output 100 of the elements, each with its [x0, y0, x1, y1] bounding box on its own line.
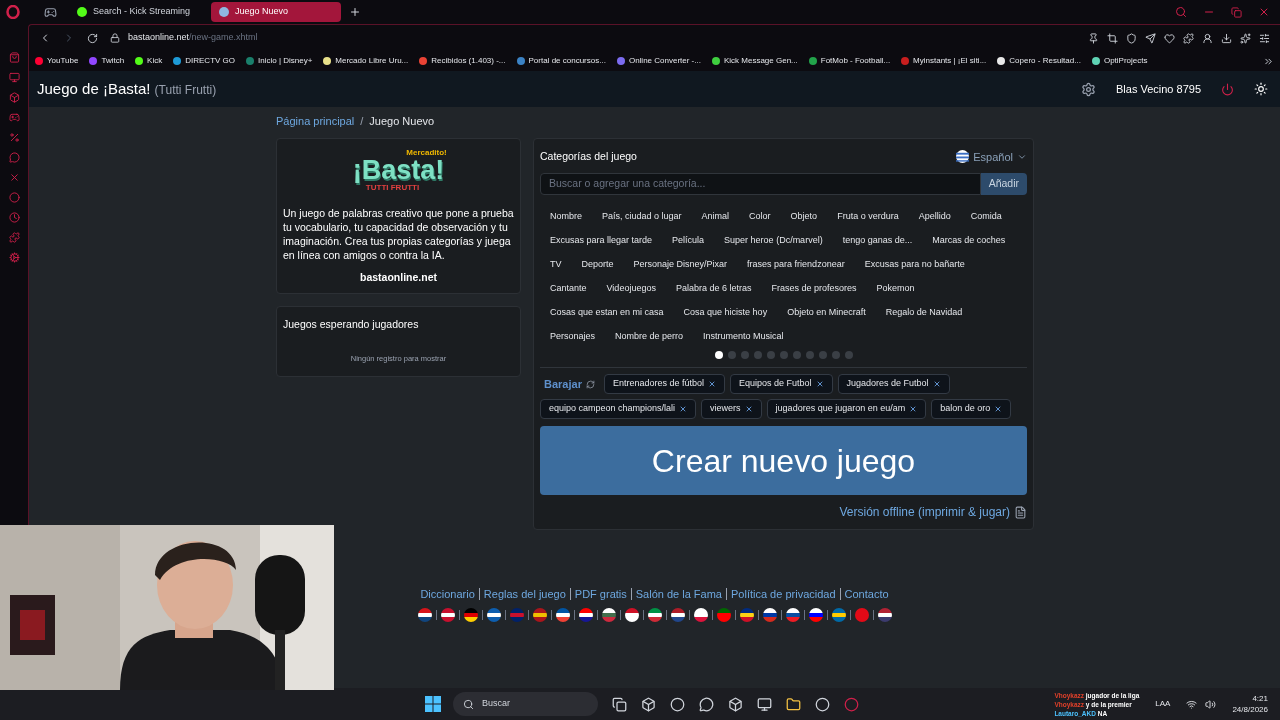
offline-version-link[interactable]: Versión offline (imprimir & jugar) — [839, 503, 1010, 521]
category-option[interactable]: Comida — [970, 209, 1002, 223]
gamepad-icon[interactable] — [8, 112, 20, 123]
pdf-icon[interactable] — [1014, 505, 1027, 519]
category-option[interactable]: Nombre de perro — [615, 329, 684, 343]
flag-icon[interactable] — [808, 607, 823, 622]
bookmark-item[interactable]: OptiProjects — [1091, 55, 1148, 67]
shuffle-button[interactable]: Barajar — [544, 375, 595, 393]
category-option[interactable]: Excusas para llegar tarde — [550, 233, 653, 247]
flag-icon[interactable] — [831, 607, 846, 622]
category-option[interactable]: Videojuegos — [606, 281, 656, 295]
footer-link[interactable]: Reglas del juego — [483, 586, 566, 603]
gamepad-icon[interactable] — [44, 5, 57, 19]
category-option[interactable]: Objeto en Minecraft — [787, 305, 866, 319]
flag-icon[interactable] — [417, 607, 432, 622]
restore-icon[interactable] — [1231, 6, 1242, 18]
flag-icon[interactable] — [440, 607, 455, 622]
box-icon[interactable] — [8, 92, 20, 103]
remove-icon[interactable] — [909, 405, 918, 413]
flag-icon[interactable] — [532, 607, 547, 622]
category-search-field[interactable]: Buscar o agregar una categoría... — [540, 173, 981, 195]
flag-icon[interactable] — [463, 607, 478, 622]
footer-link[interactable]: Salón de la Fama — [635, 586, 722, 603]
selected-category-chip[interactable]: balon de oro — [931, 399, 1012, 419]
category-option[interactable]: Color — [749, 209, 771, 223]
x-icon[interactable] — [8, 172, 20, 183]
remove-icon[interactable] — [744, 405, 753, 413]
bookmark-item[interactable]: Kick Message Gen... — [711, 55, 798, 67]
bookmark-item[interactable]: Twitch — [89, 55, 125, 67]
history-icon[interactable] — [8, 212, 20, 223]
category-option[interactable]: Nombre — [550, 209, 582, 223]
footer-link[interactable]: PDF gratis — [574, 586, 627, 603]
keyboard-layout[interactable]: LAA — [1155, 698, 1171, 710]
category-option[interactable]: Frases de profesores — [771, 281, 857, 295]
footer-link[interactable]: Diccionario — [420, 586, 475, 603]
profile-icon[interactable] — [1202, 32, 1213, 44]
settings-icon[interactable] — [8, 252, 20, 263]
category-option[interactable]: Regalo de Navidad — [885, 305, 963, 319]
remove-icon[interactable] — [815, 380, 824, 388]
category-option[interactable]: Personajes — [550, 329, 596, 343]
circle-icon[interactable] — [8, 192, 20, 203]
flag-icon[interactable] — [762, 607, 777, 622]
category-option[interactable]: Cantante — [550, 281, 587, 295]
bookmark-item[interactable]: Inicio | Disney+ — [246, 55, 313, 67]
site-title[interactable]: Juego de ¡Basta! (Tutti Frutti) — [37, 77, 217, 101]
address-field[interactable]: bastaonline.net/new-game.xhtml — [128, 31, 258, 45]
remove-icon[interactable] — [708, 380, 716, 388]
close-icon[interactable] — [1258, 6, 1270, 18]
bookmark-item[interactable]: YouTube — [35, 55, 79, 67]
bookmark-item[interactable]: Kick — [135, 55, 163, 67]
category-option[interactable]: Marcas de coches — [932, 233, 1006, 247]
download-icon[interactable] — [1221, 32, 1232, 44]
selected-category-chip[interactable]: viewers — [701, 399, 762, 419]
flag-icon[interactable] — [486, 607, 501, 622]
selected-category-chip[interactable]: Entrenadores de fútbol — [603, 374, 725, 394]
shield-icon[interactable] — [1126, 32, 1137, 44]
category-option[interactable]: Personaje Disney/Pixar — [633, 257, 728, 271]
category-option[interactable]: Apellido — [918, 209, 951, 223]
volume-icon[interactable] — [1205, 698, 1217, 710]
bookmark-item[interactable]: Myinstants | ¡El siti... — [901, 55, 987, 67]
flag-icon[interactable] — [877, 607, 892, 622]
bookmark-item[interactable]: FotMob - Football... — [808, 55, 891, 67]
snapshot-icon[interactable] — [1107, 32, 1118, 44]
send-icon[interactable] — [1145, 32, 1156, 44]
flag-icon[interactable] — [670, 607, 685, 622]
settings-icon[interactable] — [1081, 81, 1096, 97]
menu-icon[interactable] — [1259, 32, 1270, 44]
wifi-icon[interactable] — [1186, 698, 1198, 710]
category-option[interactable]: País, ciudad o lugar — [602, 209, 682, 223]
selected-category-chip[interactable]: equipo campeon champions/lali — [540, 399, 697, 419]
flag-icon[interactable] — [739, 607, 754, 622]
category-option[interactable]: Pokemon — [876, 281, 915, 295]
flag-icon[interactable] — [601, 607, 616, 622]
reload-icon[interactable] — [87, 32, 98, 44]
monitor-icon[interactable] — [8, 72, 20, 83]
create-game-button[interactable]: Crear nuevo juego — [540, 426, 1027, 495]
category-option[interactable]: Super heroe (Dc/marvel) — [724, 233, 823, 247]
bookmark-item[interactable]: Online Converter -... — [616, 55, 701, 67]
category-option[interactable]: Película — [672, 233, 705, 247]
category-option[interactable]: Cosa que hiciste hoy — [683, 305, 768, 319]
add-button[interactable]: Añadir — [980, 173, 1027, 195]
bookmark-item[interactable]: Copero - Resultad... — [997, 55, 1081, 67]
taskbar-search-field[interactable]: Buscar — [453, 692, 598, 716]
flag-icon[interactable] — [555, 607, 570, 622]
remove-icon[interactable] — [994, 405, 1003, 413]
chat-icon[interactable] — [8, 152, 20, 163]
browser-tab[interactable]: Search - Kick Streaming — [69, 2, 199, 22]
remove-icon[interactable] — [679, 405, 688, 413]
category-option[interactable]: Animal — [701, 209, 730, 223]
category-option[interactable]: Objeto — [790, 209, 818, 223]
language-dropdown[interactable]: Español — [956, 148, 1027, 165]
selected-category-chip[interactable]: Equipos de Futbol — [730, 374, 833, 394]
browser-logo-icon[interactable] — [6, 5, 20, 19]
selected-category-chip[interactable]: jugadores que jugaron en eu/am — [766, 399, 927, 419]
search-icon[interactable] — [1175, 6, 1187, 18]
category-option[interactable]: Palabra de 6 letras — [675, 281, 752, 295]
theme-icon[interactable] — [1254, 82, 1268, 96]
bag-icon[interactable] — [8, 52, 20, 63]
footer-link[interactable]: Política de privacidad — [731, 586, 836, 603]
clock[interactable]: 4:21 24/8/2026 — [1232, 693, 1268, 715]
